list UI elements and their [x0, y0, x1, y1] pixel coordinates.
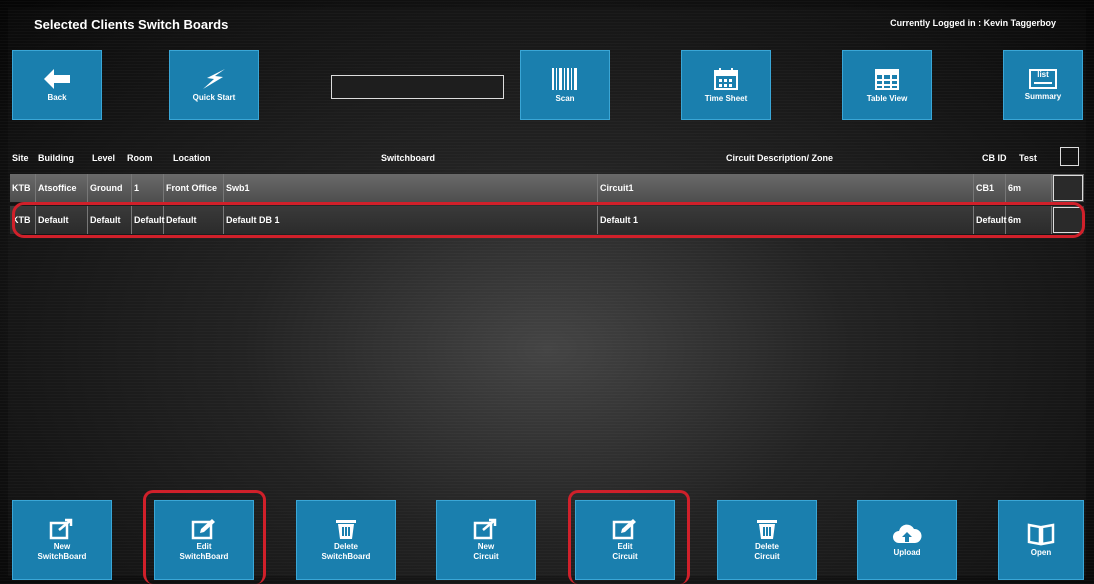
col-room: Room: [127, 153, 153, 163]
col-cb-id: CB ID: [982, 153, 1007, 163]
back-button[interactable]: Back: [12, 50, 102, 120]
new-switchboard-label-1: New: [53, 542, 71, 551]
book-icon: [1027, 523, 1055, 546]
time-sheet-label: Time Sheet: [704, 94, 748, 103]
arrow-left-icon: [44, 69, 70, 89]
edit-switchboard-highlight-annotation: [143, 490, 266, 584]
cell-circuit: Circuit1: [598, 174, 974, 202]
upload-label: Upload: [893, 548, 921, 557]
cell-building: Atsoffice: [36, 174, 88, 202]
new-switchboard-button[interactable]: New SwitchBoard: [12, 500, 112, 580]
scan-label: Scan: [555, 94, 575, 103]
col-test: Test: [1019, 153, 1037, 163]
quick-start-button[interactable]: Quick Start: [169, 50, 259, 120]
table-icon: [875, 69, 899, 90]
new-circuit-button[interactable]: New Circuit: [436, 500, 536, 580]
cell-cb-id: CB1: [974, 174, 1006, 202]
logged-in-status: Currently Logged in : Kevin Taggerboy: [890, 18, 1056, 28]
delete-circuit-button[interactable]: Delete Circuit: [717, 500, 817, 580]
lightning-icon: [203, 69, 225, 89]
quick-start-label: Quick Start: [192, 93, 236, 102]
login-prefix: Currently Logged in :: [890, 18, 984, 28]
row-checkbox[interactable]: [1053, 175, 1083, 201]
cloud-upload-icon: [893, 524, 922, 543]
col-level: Level: [92, 153, 116, 163]
cell-level: Ground: [88, 174, 132, 202]
barcode-icon: [552, 68, 577, 90]
cell-location: Front Office: [164, 174, 224, 202]
summary-label: Summary: [1024, 92, 1062, 101]
summary-button[interactable]: list Summary: [1003, 50, 1083, 120]
col-location: Location: [173, 153, 211, 163]
col-building: Building: [38, 153, 74, 163]
table-header: Site Building Level Room Location Switch…: [10, 146, 1084, 170]
upload-button[interactable]: Upload: [857, 500, 957, 580]
search-input[interactable]: [331, 75, 504, 99]
col-switchboard: Switchboard: [381, 153, 436, 163]
table-row[interactable]: KTB Atsoffice Ground 1 Front Office Swb1…: [10, 174, 1084, 202]
time-sheet-button[interactable]: Time Sheet: [681, 50, 771, 120]
col-circuit-description: Circuit Description/ Zone: [726, 153, 834, 163]
select-all-checkbox[interactable]: [1060, 147, 1079, 166]
scan-button[interactable]: Scan: [520, 50, 610, 120]
list-icon: list: [1029, 69, 1057, 89]
trash-icon: [336, 520, 356, 539]
delete-switchboard-label-2: SwitchBoard: [321, 552, 371, 561]
new-icon: [49, 518, 73, 540]
logged-in-user: Kevin Taggerboy: [983, 18, 1056, 28]
cell-switchboard: Swb1: [224, 174, 598, 202]
open-label: Open: [1030, 548, 1052, 557]
delete-switchboard-button[interactable]: Delete SwitchBoard: [296, 500, 396, 580]
col-site: Site: [12, 153, 29, 163]
edit-circuit-highlight-annotation: [568, 490, 690, 584]
back-label: Back: [47, 93, 67, 102]
trash-icon: [757, 520, 777, 539]
cell-room: 1: [132, 174, 164, 202]
delete-circuit-label-1: Delete: [754, 542, 779, 551]
open-button[interactable]: Open: [998, 500, 1084, 580]
delete-circuit-label-2: Circuit: [754, 552, 780, 561]
new-circuit-label-2: Circuit: [473, 552, 499, 561]
table-view-button[interactable]: Table View: [842, 50, 932, 120]
page-title: Selected Clients Switch Boards: [34, 17, 229, 32]
delete-switchboard-label-1: Delete: [333, 542, 358, 551]
row-highlight-annotation: [12, 202, 1085, 238]
list-icon-text: list: [1037, 70, 1049, 79]
table-view-label: Table View: [866, 94, 908, 103]
new-icon: [473, 518, 497, 540]
calendar-icon: [714, 68, 738, 90]
cell-site: KTB: [10, 174, 36, 202]
cell-test: 6m: [1006, 174, 1052, 202]
new-switchboard-label-2: SwitchBoard: [37, 552, 87, 561]
new-circuit-label-1: New: [477, 542, 495, 551]
